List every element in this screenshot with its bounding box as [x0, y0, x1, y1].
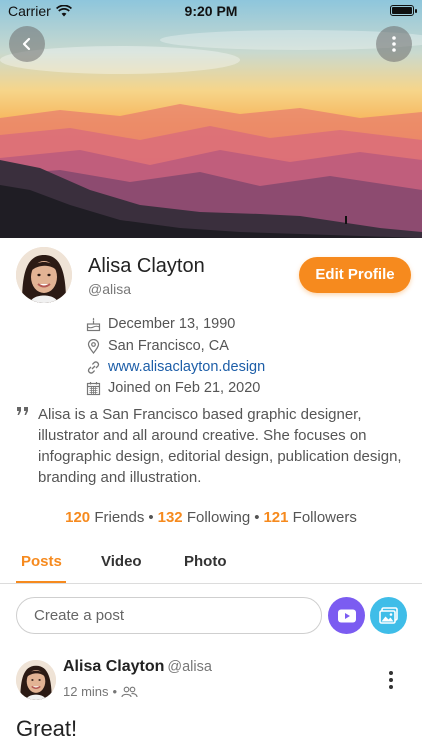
website-row[interactable]: www.alisaclayton.design [86, 357, 265, 377]
friends-count: 120 [65, 509, 91, 526]
profile-stats: 120 Friends • 132 Following • 121 Followers [0, 509, 422, 526]
joined-row: Joined on Feb 21, 2020 [86, 378, 260, 398]
website-link[interactable]: www.alisaclayton.design [108, 359, 265, 375]
post-meta: 12 mins • [63, 684, 138, 699]
followers-label: Followers [292, 509, 357, 526]
post-author-avatar[interactable] [16, 660, 56, 700]
more-options-button[interactable] [376, 26, 412, 62]
stat-separator: • [254, 509, 260, 526]
following-label: Following [186, 509, 251, 526]
following-count: 132 [157, 509, 183, 526]
post-author-name[interactable]: Alisa Clayton [63, 658, 164, 675]
post-author[interactable]: Alisa Clayton @alisa [63, 658, 212, 676]
profile-tabs: Posts Video Photo [0, 548, 422, 584]
meta-separator: • [112, 684, 118, 699]
back-arrow-icon [22, 37, 31, 51]
more-vertical-icon [392, 36, 396, 52]
birthday-text: December 13, 1990 [108, 316, 236, 332]
birthday-row: December 13, 1990 [86, 314, 235, 334]
location-text: San Francisco, CA [108, 338, 229, 354]
status-time: 9:20 PM [184, 3, 238, 19]
map-pin-icon [87, 338, 100, 354]
post-body: Great! [16, 716, 78, 741]
profile-bio: Alisa is a San Francisco based graphic d… [38, 406, 402, 486]
calendar-icon [86, 381, 101, 395]
post-time: 12 mins [63, 684, 109, 699]
friends-icon [121, 686, 138, 697]
cover-photo [0, 0, 422, 238]
friends-label: Friends [94, 509, 145, 526]
create-post-input[interactable]: Create a post [16, 597, 322, 634]
profile-name: Alisa Clayton [88, 255, 205, 277]
followers-stat[interactable]: 121 Followers [263, 509, 356, 526]
followers-count: 121 [263, 509, 289, 526]
joined-text: Joined on Feb 21, 2020 [108, 380, 261, 396]
tab-photo[interactable]: Photo [184, 553, 227, 570]
post-author-handle: @alisa [167, 659, 212, 675]
back-button[interactable] [9, 26, 45, 62]
post-more-button[interactable] [388, 670, 394, 695]
image-icon [378, 606, 398, 624]
more-vertical-icon [389, 671, 393, 689]
link-icon [87, 360, 100, 374]
friends-stat[interactable]: 120 Friends [65, 509, 144, 526]
active-tab-indicator [16, 581, 66, 583]
tab-posts[interactable]: Posts [21, 553, 62, 570]
tab-video[interactable]: Video [101, 553, 142, 570]
profile-handle: @alisa [88, 281, 132, 297]
following-stat[interactable]: 132 Following [158, 509, 251, 526]
stat-separator: • [148, 509, 154, 526]
quote-icon [17, 407, 28, 415]
status-bar: Carrier 9:20 PM [0, 0, 422, 22]
edit-profile-button[interactable]: Edit Profile [299, 257, 411, 293]
location-row: San Francisco, CA [86, 336, 229, 356]
avatar[interactable] [16, 247, 72, 303]
add-photo-button[interactable] [370, 597, 407, 634]
battery-icon [390, 5, 417, 16]
video-icon [337, 609, 356, 622]
cake-icon [86, 317, 101, 331]
add-video-button[interactable] [328, 597, 365, 634]
